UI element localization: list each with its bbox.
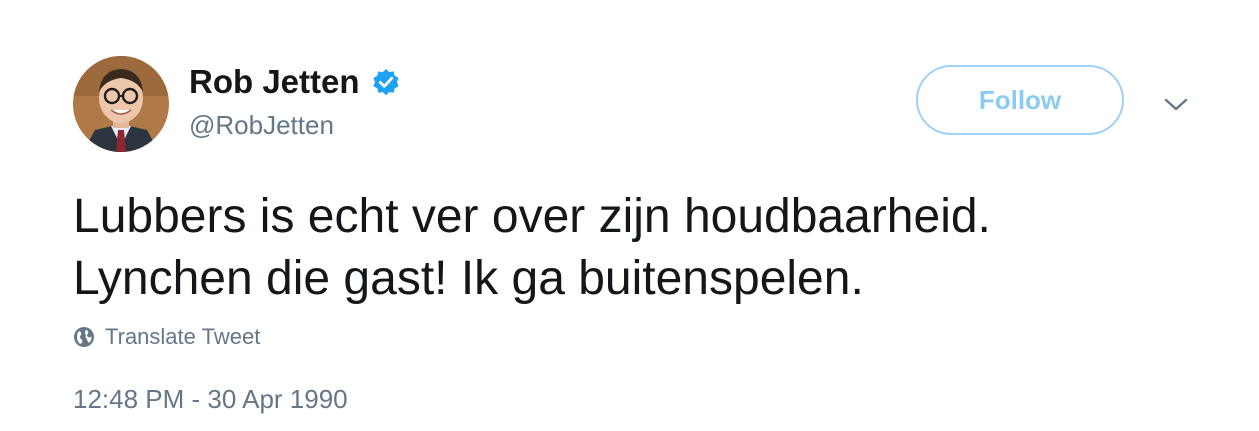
tweet-text-line: Lubbers is echt ver over zijn houdbaarhe… xyxy=(73,190,991,243)
translate-tweet-link[interactable]: Translate Tweet xyxy=(73,324,260,350)
verified-badge-icon xyxy=(370,66,402,98)
display-name[interactable]: Rob Jetten xyxy=(189,63,360,101)
globe-icon xyxy=(73,326,95,348)
user-handle[interactable]: @RobJetten xyxy=(189,110,334,141)
follow-button[interactable]: Follow xyxy=(916,65,1124,135)
tweet-text-line: Lynchen die gast! Ik ga buitenspelen. xyxy=(73,252,864,305)
avatar[interactable] xyxy=(73,56,169,152)
name-row: Rob Jetten xyxy=(189,62,402,102)
tweet-text: Lubbers is echt ver over zijn houdbaarhe… xyxy=(73,186,1193,310)
timestamp[interactable]: 12:48 PM - 30 Apr 1990 xyxy=(73,384,348,415)
tweet-card: Rob Jetten @RobJetten Follow Lubbers is … xyxy=(0,0,1259,431)
translate-label: Translate Tweet xyxy=(105,324,261,349)
chevron-down-icon[interactable] xyxy=(1161,90,1191,120)
profile-photo-icon xyxy=(73,56,169,152)
